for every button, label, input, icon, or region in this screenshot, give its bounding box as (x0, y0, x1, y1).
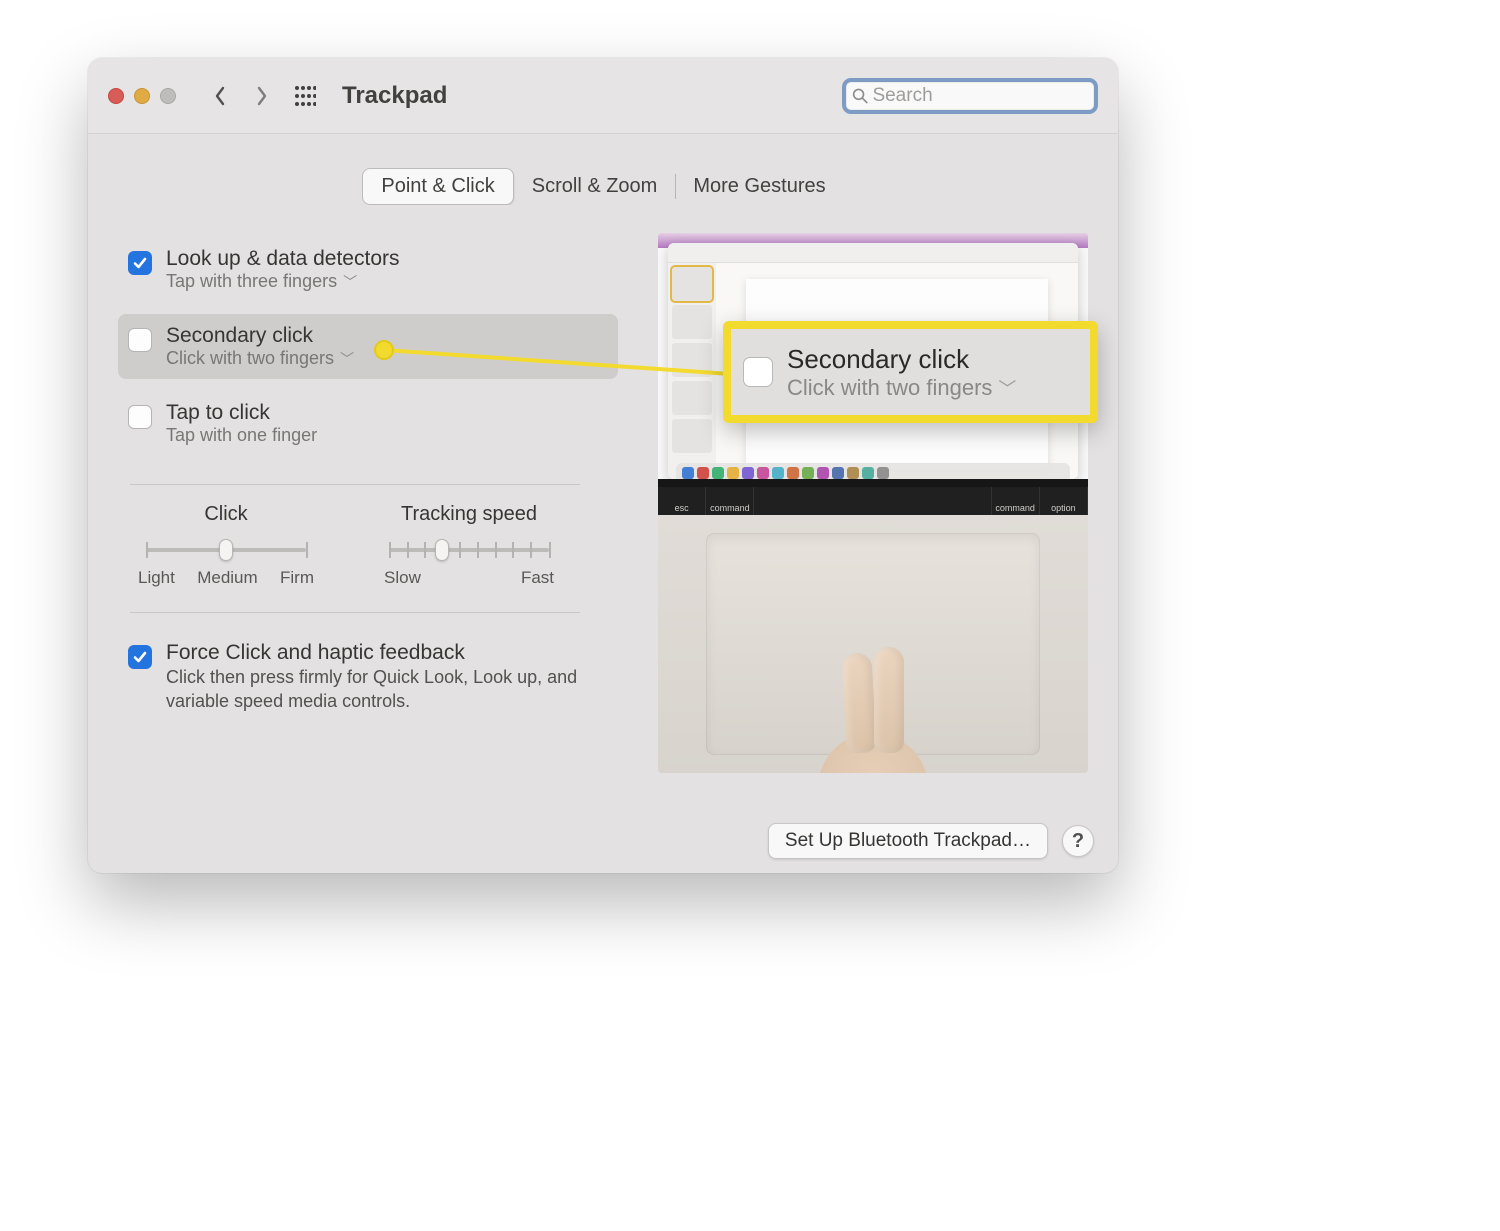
preview-column: MARKET Home-style prepared foods and nec… (658, 233, 1088, 773)
tracking-label-fast: Fast (521, 568, 554, 588)
callout-title: Secondary click (787, 344, 1016, 375)
tracking-slider-title: Tracking speed (401, 503, 537, 526)
option-tap-sub: Tap with one finger (166, 425, 317, 446)
search-field-wrapper[interactable] (842, 78, 1098, 114)
preview-keyboard-row: esc command command option (658, 487, 1088, 515)
window-controls (108, 88, 176, 104)
preferences-window: Trackpad Point & Click Scroll & Zoom Mor… (88, 58, 1118, 873)
click-label-medium: Medium (197, 568, 257, 588)
click-slider-group: Click Light Medium Firm (138, 503, 314, 588)
option-secondary-click: Secondary click Click with two fingers ﹀ (118, 314, 618, 379)
segmented-control: Point & Click Scroll & Zoom More Gesture… (362, 168, 843, 205)
minimize-window-button[interactable] (134, 88, 150, 104)
tracking-label-slow: Slow (384, 568, 421, 588)
search-input[interactable] (872, 85, 1088, 107)
preview-trackpad-area (658, 515, 1088, 773)
callout-secondary-click: Secondary click Click with two fingers ﹀ (723, 321, 1098, 423)
close-window-button[interactable] (108, 88, 124, 104)
forward-button[interactable] (246, 76, 278, 116)
option-force-click: Force Click and haptic feedback Click th… (118, 631, 618, 724)
click-slider-title: Click (204, 503, 247, 526)
chevron-down-icon: ﹀ (340, 349, 354, 369)
option-tap-title: Tap to click (166, 401, 317, 425)
option-tap-to-click: Tap to click Tap with one finger (118, 391, 618, 456)
click-slider[interactable] (146, 538, 306, 562)
tracking-slider-thumb[interactable] (435, 539, 449, 561)
chevron-down-icon: ﹀ (343, 272, 357, 292)
tab-row: Point & Click Scroll & Zoom More Gesture… (88, 134, 1118, 205)
bottom-button-row: Set Up Bluetooth Trackpad… ? (88, 809, 1118, 873)
window-title: Trackpad (342, 82, 447, 110)
checkbox-tap-to-click[interactable] (128, 405, 152, 429)
body: Look up & data detectors Tap with three … (88, 205, 1118, 793)
click-label-firm: Firm (280, 568, 314, 588)
callout-dropdown[interactable]: Click with two fingers ﹀ (787, 375, 1016, 401)
divider (130, 612, 580, 613)
back-button[interactable] (204, 76, 236, 116)
option-force-sub: Click then press firmly for Quick Look, … (166, 665, 586, 714)
callout-sub: Click with two fingers (787, 375, 992, 401)
setup-bluetooth-trackpad-button[interactable]: Set Up Bluetooth Trackpad… (768, 823, 1048, 859)
tracking-slider-group: Tracking speed Slow Fast (384, 503, 554, 588)
tab-point-and-click[interactable]: Point & Click (362, 168, 513, 205)
click-slider-thumb[interactable] (219, 539, 233, 561)
option-secondary-sub: Click with two fingers (166, 348, 334, 369)
chevron-down-icon: ﹀ (998, 375, 1016, 401)
click-label-light: Light (138, 568, 175, 588)
callout-checkbox[interactable] (743, 357, 773, 387)
checkbox-force-click[interactable] (128, 645, 152, 669)
options-column: Look up & data detectors Tap with three … (118, 233, 618, 773)
tab-scroll-and-zoom[interactable]: Scroll & Zoom (514, 168, 676, 205)
search-icon (852, 87, 868, 105)
help-button[interactable]: ? (1062, 825, 1094, 857)
option-secondary-dropdown[interactable]: Click with two fingers ﹀ (166, 348, 354, 369)
zoom-window-button[interactable] (160, 88, 176, 104)
checkbox-lookup[interactable] (128, 251, 152, 275)
option-secondary-title: Secondary click (166, 324, 354, 348)
preview-hand (808, 643, 938, 773)
option-lookup: Look up & data detectors Tap with three … (118, 237, 618, 302)
option-lookup-sub: Tap with three fingers (166, 271, 337, 292)
show-all-icon[interactable] (294, 85, 316, 107)
option-force-title: Force Click and haptic feedback (166, 641, 586, 665)
checkbox-secondary-click[interactable] (128, 328, 152, 352)
divider (130, 484, 580, 485)
titlebar: Trackpad (88, 58, 1118, 134)
option-lookup-dropdown[interactable]: Tap with three fingers ﹀ (166, 271, 400, 292)
tab-more-gestures[interactable]: More Gestures (675, 168, 843, 205)
sliders-row: Click Light Medium Firm Tr (118, 503, 618, 588)
gesture-preview: MARKET Home-style prepared foods and nec… (658, 233, 1088, 773)
tracking-slider[interactable] (389, 538, 549, 562)
option-lookup-title: Look up & data detectors (166, 247, 400, 271)
